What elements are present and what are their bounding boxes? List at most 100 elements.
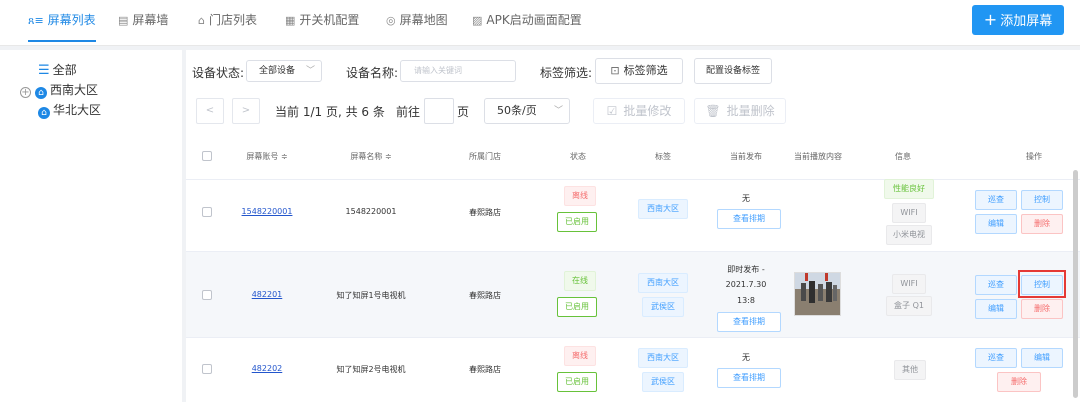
tree-label: 全部 <box>52 63 77 77</box>
th-current-publish: 当前发布 <box>730 152 762 161</box>
store-name: 春熙路店 <box>469 291 501 300</box>
enabled-badge: 已启用 <box>557 212 597 232</box>
tab-label: 屏幕地图 <box>399 13 448 27</box>
delete-button[interactable]: 删除 <box>1021 299 1063 319</box>
delete-button[interactable]: 删除 <box>997 372 1041 392</box>
page-size-select[interactable]: 50条/页 ﹀ <box>484 98 570 124</box>
status-badge: 离线 <box>564 346 596 366</box>
row-checkbox[interactable] <box>202 290 212 300</box>
config-tags-button[interactable]: 配置设备标签 <box>694 58 772 84</box>
enabled-badge: 已启用 <box>557 297 597 317</box>
goto-page-input[interactable] <box>424 98 454 124</box>
tab-screen-map[interactable]: ◎ 屏幕地图 <box>386 0 448 44</box>
tree-item-north[interactable]: ⌂ 华北大区 <box>38 101 101 119</box>
screen-name: 1548220001 <box>345 207 397 216</box>
tab-store-list[interactable]: ⌂ 门店列表 <box>198 0 257 44</box>
tag-filter-button[interactable]: ⊡ 标签筛选 <box>595 58 683 84</box>
main-panel: 设备状态: 全部设备 ﹀ 设备名称: 请输入关键词 标签筛选: ⊡ 标签筛选 配置… <box>186 50 1080 402</box>
edit-button[interactable]: 编辑 <box>975 299 1017 319</box>
content-thumbnail[interactable] <box>794 272 841 316</box>
view-schedule-button[interactable]: 查看排期 <box>717 368 781 388</box>
account-link[interactable]: 482201 <box>232 290 302 299</box>
account-link[interactable]: 1548220001 <box>232 207 302 216</box>
tag-badge: 武侯区 <box>642 297 684 317</box>
th-account[interactable]: 屏幕账号 ≑ <box>232 134 302 180</box>
tab-screen-wall[interactable]: ▤ 屏幕墙 <box>118 0 168 44</box>
tag-badge: 西南大区 <box>638 199 688 219</box>
screen-wall-icon: ▤ <box>118 14 129 27</box>
info-badge-performance: 性能良好 <box>884 179 934 199</box>
publish-text: 即时发布 - <box>727 265 765 274</box>
photo-icon <box>795 273 840 315</box>
row-checkbox[interactable] <box>202 364 212 374</box>
image-icon: ▨ <box>472 14 483 27</box>
th-info: 信息 <box>895 152 911 161</box>
add-screen-button[interactable]: + 添加屏幕 <box>972 5 1064 35</box>
info-badge-network: WIFI <box>892 274 926 294</box>
row-checkbox[interactable] <box>202 207 212 217</box>
publish-text: 无 <box>742 194 750 203</box>
status-filter-label: 设备状态: <box>192 66 245 80</box>
tab-screen-list[interactable]: ጸ≡ 屏幕列表 <box>28 0 96 44</box>
tab-label: 门店列表 <box>208 13 257 27</box>
info-badge-device: 其他 <box>894 360 926 380</box>
chevron-down-icon: ﹀ <box>553 106 563 116</box>
screen-name: 知了知屏2号电视机 <box>336 365 406 374</box>
edit-button[interactable]: 编辑 <box>1021 348 1063 368</box>
view-schedule-button[interactable]: 查看排期 <box>717 209 781 229</box>
inspect-button[interactable]: 巡查 <box>975 275 1017 295</box>
tab-power-config[interactable]: ▦ 开关机配置 <box>285 0 359 44</box>
table-row: 482202 知了知屏2号电视机 春熙路店 离线 已启用 西南大区 武侯区 无 … <box>186 338 1080 402</box>
account-link[interactable]: 482202 <box>232 364 302 373</box>
plus-icon: + <box>983 10 998 29</box>
table-row: 482201 知了知屏1号电视机 春熙路店 在线 已启用 西南大区 武侯区 即时… <box>186 252 1080 338</box>
tag-filter-button-label: 标签筛选 <box>623 64 668 77</box>
goto-suffix: 页 <box>457 105 470 119</box>
location-icon: ◎ <box>386 14 396 27</box>
batch-delete-label: 批量删除 <box>726 104 775 118</box>
info-badge-device: 盒子 Q1 <box>886 296 932 316</box>
th-name[interactable]: 屏幕名称 ≑ <box>331 134 411 180</box>
name-search-input[interactable]: 请输入关键词 <box>400 60 516 82</box>
tab-label: APK启动画面配置 <box>486 13 582 27</box>
tag-filter-label: 标签筛选: <box>540 66 593 80</box>
inspect-button[interactable]: 巡查 <box>975 348 1017 368</box>
prev-page-button[interactable]: < <box>196 98 224 124</box>
tree-item-southwest[interactable]: + ⌂ 西南大区 <box>20 81 98 99</box>
top-nav: ጸ≡ 屏幕列表 ▤ 屏幕墙 ⌂ 门店列表 ▦ 开关机配置 ◎ 屏幕地图 ▨ APK启动画面配… <box>0 0 1080 46</box>
enabled-badge: 已启用 <box>557 372 597 392</box>
store-icon: ⌂ <box>198 14 205 27</box>
tree-item-all[interactable]: ☰ 全部 <box>38 61 77 78</box>
batch-edit-button[interactable]: ☑ 批量修改 <box>593 98 685 124</box>
tree-label: 西南大区 <box>50 83 99 97</box>
th-status: 状态 <box>570 152 586 161</box>
list-icon: ☰ <box>38 63 50 78</box>
th-current-content: 当前播放内容 <box>794 152 842 161</box>
expand-icon[interactable]: + <box>20 87 31 98</box>
select-all-checkbox[interactable] <box>202 151 212 161</box>
inspect-button[interactable]: 巡查 <box>975 190 1017 210</box>
batch-edit-label: 批量修改 <box>623 104 672 118</box>
status-select[interactable]: 全部设备 ﹀ <box>246 60 322 82</box>
edit-button[interactable]: 编辑 <box>975 214 1017 234</box>
th-store: 所属门店 <box>469 152 501 161</box>
user-list-icon: ጸ≡ <box>28 14 44 27</box>
highlight-box <box>1018 270 1066 298</box>
control-button[interactable]: 控制 <box>1021 190 1063 210</box>
table-header: 屏幕账号 ≑ 屏幕名称 ≑ 所属门店 状态 标签 当前发布 当前播放内容 信息 … <box>186 134 1080 180</box>
batch-delete-button[interactable]: 🗑 批量删除 <box>694 98 786 124</box>
tag-badge: 武侯区 <box>642 372 684 392</box>
add-screen-label: 添加屏幕 <box>1000 14 1053 29</box>
next-page-button[interactable]: > <box>232 98 260 124</box>
region-icon: ⌂ <box>35 87 47 99</box>
tag-icon: ⊡ <box>610 64 620 77</box>
store-name: 春熙路店 <box>469 208 501 217</box>
publish-text: 无 <box>742 353 750 362</box>
delete-button[interactable]: 删除 <box>1021 214 1063 234</box>
view-schedule-button[interactable]: 查看排期 <box>717 312 781 332</box>
vertical-scrollbar[interactable] <box>1073 170 1078 398</box>
tab-label: 屏幕墙 <box>132 13 169 27</box>
tab-apk-splash-config[interactable]: ▨ APK启动画面配置 <box>472 0 582 44</box>
trash-icon: 🗑 <box>705 104 721 118</box>
region-tree: ☰ 全部 + ⌂ 西南大区 ⌂ 华北大区 <box>0 50 182 402</box>
